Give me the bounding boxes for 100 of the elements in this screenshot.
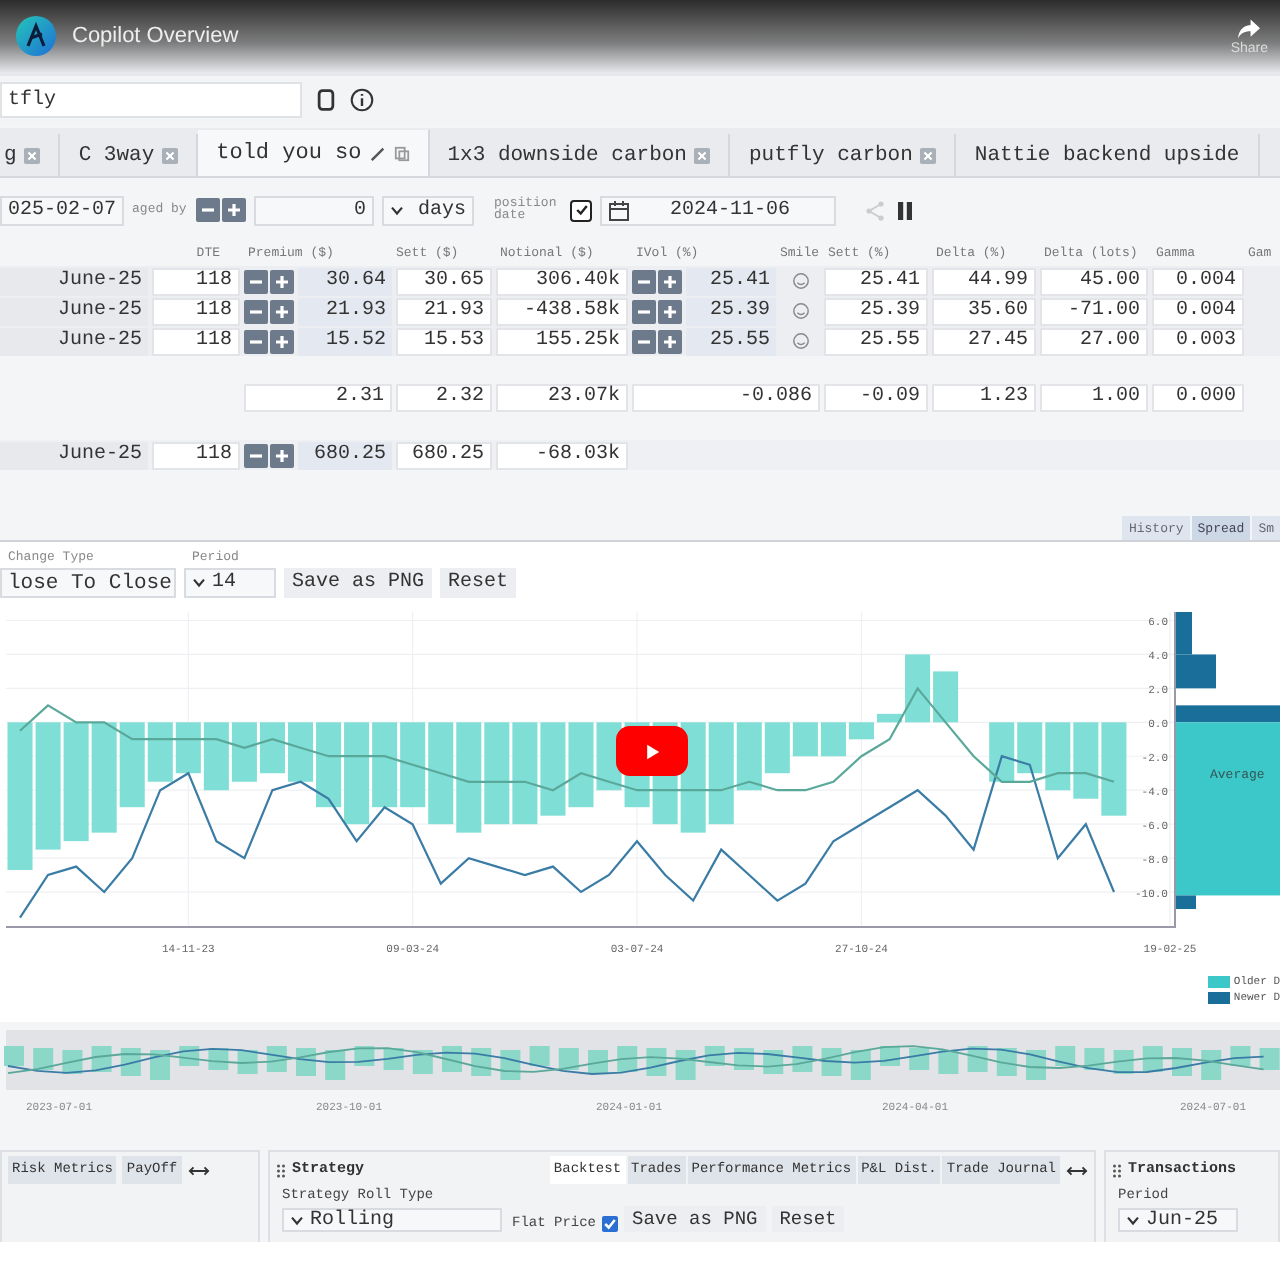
save-png-button[interactable]: Save as PNG — [284, 568, 433, 598]
table-cell[interactable]: 25.41 — [686, 267, 776, 295]
minus-icon — [200, 202, 217, 218]
plus-button[interactable] — [222, 198, 247, 222]
minus-button[interactable] — [632, 329, 656, 353]
flat-price-checkbox[interactable] — [602, 1216, 619, 1232]
minus-button[interactable] — [244, 299, 268, 323]
date-value: 2024-11-06 — [670, 199, 791, 221]
table-cell[interactable]: 30.64 — [298, 267, 392, 295]
table-cell: 27.45 — [932, 327, 1036, 355]
table-cell: June-25 — [0, 267, 148, 295]
drag-handle-icon[interactable] — [1112, 1161, 1122, 1179]
table-cell: 27.00 — [1040, 327, 1148, 355]
drag-handle-icon[interactable] — [276, 1161, 286, 1179]
period-dropdown[interactable]: 14 — [184, 568, 276, 598]
table-cell: 30.65 — [396, 267, 492, 295]
pause-icon[interactable] — [894, 199, 917, 221]
share-icon[interactable] — [1236, 17, 1263, 39]
chart-bar — [1045, 722, 1071, 791]
smile-icon[interactable] — [791, 332, 809, 350]
check-icon — [602, 1216, 619, 1232]
chart-bar — [259, 722, 285, 774]
table-cell: June-25 — [0, 441, 148, 469]
minus-button[interactable] — [244, 329, 268, 353]
unit-dropdown[interactable]: days — [382, 195, 475, 225]
smile-icon[interactable] — [791, 272, 809, 290]
caret-icon — [390, 205, 405, 215]
plus-button[interactable] — [658, 269, 682, 293]
chart-bar — [484, 722, 510, 825]
info-icon[interactable] — [350, 88, 374, 112]
chart-bar — [231, 722, 257, 782]
caret-icon — [290, 1215, 304, 1225]
table-cell[interactable]: 15.52 — [298, 327, 392, 355]
search-field[interactable]: tfly — [0, 82, 302, 118]
chart-bar — [1073, 722, 1099, 799]
tab-label: 1x3 downside carbon — [447, 143, 687, 167]
pencil-icon[interactable] — [369, 145, 386, 161]
change-type-dropdown[interactable]: lose To Close — [0, 568, 176, 598]
table-cell: 44.99 — [932, 267, 1036, 295]
plus-icon — [274, 447, 290, 463]
save-png-button[interactable]: Save as PNG — [624, 1206, 766, 1232]
minus-button[interactable] — [632, 299, 656, 323]
table-cell: 35.60 — [932, 297, 1036, 325]
position-date-checkbox[interactable] — [570, 199, 593, 221]
minus-button[interactable] — [632, 269, 656, 293]
table-cell: -68.03k — [496, 441, 628, 469]
table-cell[interactable]: 25.55 — [686, 327, 776, 355]
total-cell: 2.31 — [244, 383, 392, 411]
table-cell[interactable]: 680.25 — [298, 441, 392, 469]
aged-by-field[interactable]: 0 — [254, 195, 375, 225]
plus-button[interactable] — [270, 269, 294, 293]
table-cell: 306.40k — [496, 267, 628, 295]
plus-button[interactable] — [270, 329, 294, 353]
tab[interactable]: g — [0, 134, 61, 176]
video-title[interactable]: Copilot Overview — [72, 24, 239, 48]
tab[interactable]: told you so — [198, 130, 430, 176]
chart-bar — [1101, 722, 1127, 816]
table-cell: 0.004 — [1152, 297, 1244, 325]
chart-bar — [540, 722, 566, 816]
chart-bar — [512, 722, 538, 825]
table-cell: 21.93 — [396, 297, 492, 325]
tab-label: g — [4, 143, 17, 167]
plus-button[interactable] — [270, 299, 294, 323]
plus-icon — [662, 273, 678, 289]
chart-bar — [372, 722, 398, 808]
chart-bar — [568, 722, 594, 808]
period-dropdown[interactable]: Jun-25 — [1118, 1208, 1238, 1232]
plus-icon — [274, 303, 290, 319]
smile-icon[interactable] — [791, 302, 809, 320]
table-cell: 25.39 — [824, 297, 928, 325]
table-cell[interactable]: 25.39 — [686, 297, 776, 325]
table-cell: 15.53 — [396, 327, 492, 355]
table-cell[interactable]: 21.93 — [298, 297, 392, 325]
reset-button[interactable]: Reset — [440, 568, 517, 598]
chart-bar — [35, 722, 61, 850]
minus-button[interactable] — [244, 269, 268, 293]
minus-button[interactable] — [196, 198, 221, 222]
copy-icon[interactable] — [314, 88, 338, 112]
tab-label: C 3way — [78, 143, 155, 167]
tab-label: putfly carbon — [748, 143, 913, 167]
table-cell: 155.25k — [496, 327, 628, 355]
plus-button[interactable] — [658, 299, 682, 323]
plus-icon — [274, 333, 290, 349]
expiry-field[interactable]: 025-02-07 — [0, 195, 125, 225]
calendar-icon — [608, 199, 631, 221]
roll-type-dropdown[interactable]: Rolling — [282, 1208, 502, 1232]
table-cell: 25.41 — [824, 267, 928, 295]
table-cell: June-25 — [0, 327, 148, 355]
plus-button[interactable] — [658, 329, 682, 353]
date-field[interactable]: 2024-11-06 — [600, 195, 837, 225]
chart-bar — [400, 722, 426, 808]
minus-button[interactable] — [244, 443, 268, 467]
chart-bar — [175, 722, 201, 774]
plus-button[interactable] — [270, 443, 294, 467]
total-cell: 0.000 — [1152, 383, 1244, 411]
chart-bar — [344, 722, 370, 825]
plus-icon — [662, 303, 678, 319]
plus-icon — [226, 202, 243, 218]
reset-button[interactable]: Reset — [771, 1206, 845, 1232]
play-button[interactable] — [616, 726, 688, 776]
